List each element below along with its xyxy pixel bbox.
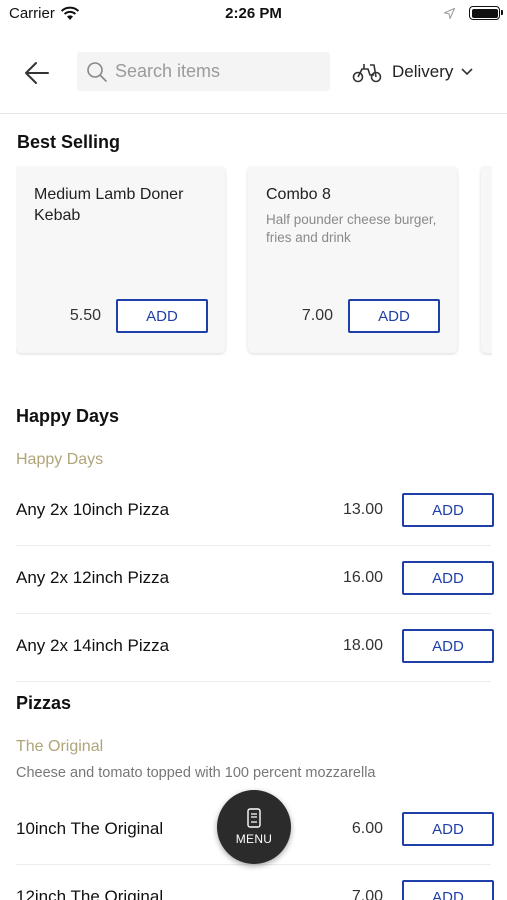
add-button[interactable]: ADD: [348, 299, 440, 333]
add-button[interactable]: ADD: [402, 629, 494, 663]
battery-icon: [469, 6, 503, 20]
status-bar: Carrier 2:26 PM: [0, 0, 507, 30]
menu-item-row[interactable]: Any 2x 10inch Pizza 13.00 ADD: [16, 478, 494, 546]
product-name: Medium Lamb Doner Kebab: [34, 186, 184, 224]
item-price: 6.00: [351, 820, 383, 837]
product-price: 7.00: [301, 307, 333, 324]
search-icon: [87, 62, 107, 82]
category-title: Happy Days: [16, 406, 120, 426]
search-bar[interactable]: [77, 52, 330, 91]
product-card[interactable]: Combo 8 Half pounder cheese burger, frie…: [248, 166, 457, 353]
product-card-peek[interactable]: [481, 166, 492, 353]
item-price: 18.00: [342, 637, 383, 654]
menu-item-row[interactable]: Any 2x 14inch Pizza 18.00 ADD: [16, 614, 494, 682]
item-price: 13.00: [342, 501, 383, 518]
category-subtitle: Happy Days: [16, 451, 104, 468]
item-name: 12inch The Original: [16, 887, 164, 900]
item-name: Any 2x 12inch Pizza: [16, 568, 170, 587]
chevron-down-icon: [461, 68, 473, 76]
menu-item-row[interactable]: Any 2x 12inch Pizza 16.00 ADD: [16, 546, 494, 614]
add-button[interactable]: ADD: [402, 880, 494, 900]
best-selling-carousel[interactable]: Medium Lamb Doner Kebab 5.50 ADD Combo 8…: [16, 166, 492, 356]
delivery-label: Delivery: [392, 62, 454, 81]
item-name: Any 2x 10inch Pizza: [16, 500, 170, 519]
product-name: Combo 8: [266, 186, 331, 203]
divider: [16, 681, 491, 682]
status-time: 2:26 PM: [225, 5, 282, 22]
location-arrow-icon: [444, 8, 455, 19]
item-name: Any 2x 14inch Pizza: [16, 636, 170, 655]
category-note: Cheese and tomato topped with 100 percen…: [16, 765, 376, 781]
top-header: Delivery: [0, 44, 507, 114]
add-button[interactable]: ADD: [402, 812, 494, 846]
menu-book-icon: [247, 808, 261, 828]
product-description: Half pounder cheese burger, fries and dr…: [266, 212, 437, 245]
product-price: 5.50: [69, 307, 101, 324]
category-title: Pizzas: [16, 693, 72, 713]
category-subtitle: The Original: [16, 738, 104, 755]
item-price: 16.00: [342, 569, 383, 586]
best-selling-title: Best Selling: [17, 132, 121, 152]
add-button[interactable]: ADD: [402, 493, 494, 527]
add-button[interactable]: ADD: [116, 299, 208, 333]
back-arrow-icon[interactable]: [22, 58, 52, 88]
menu-button[interactable]: MENU: [217, 790, 291, 864]
delivery-selector[interactable]: Delivery: [352, 57, 473, 87]
item-price: 7.00: [351, 888, 383, 900]
search-input[interactable]: [115, 52, 315, 91]
item-name: 10inch The Original: [16, 819, 164, 838]
menu-item-row[interactable]: 12inch The Original 7.00 ADD: [16, 865, 494, 900]
add-button[interactable]: ADD: [402, 561, 494, 595]
scooter-icon: [352, 64, 382, 83]
product-card[interactable]: Medium Lamb Doner Kebab 5.50 ADD: [16, 166, 225, 353]
menu-button-label: MENU: [235, 832, 273, 846]
